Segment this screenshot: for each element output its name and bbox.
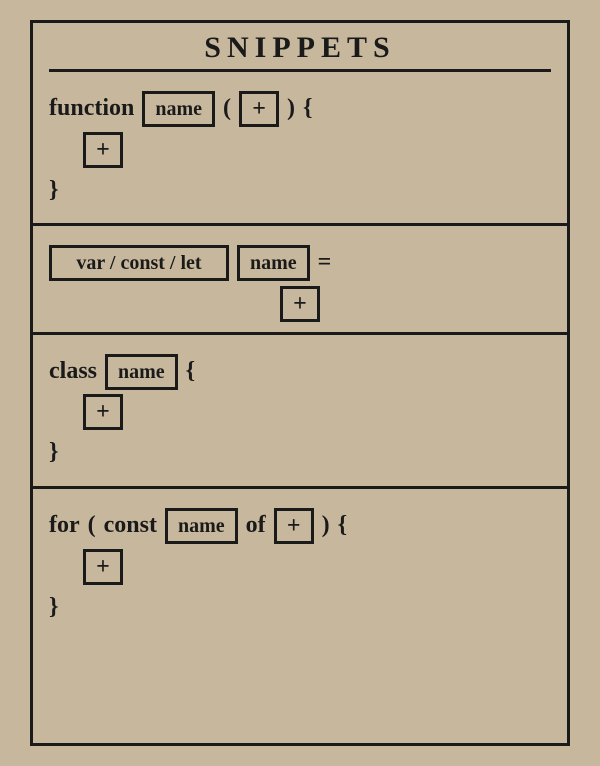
brace-open: { xyxy=(186,349,195,395)
snippet-function: function name ( + ) { + } xyxy=(33,72,567,226)
add-for-body-button[interactable]: + xyxy=(83,549,123,585)
add-class-body-button[interactable]: + xyxy=(83,394,123,430)
add-function-body-button[interactable]: + xyxy=(83,132,123,168)
paren-open: ( xyxy=(223,86,231,132)
add-iterable-button[interactable]: + xyxy=(274,508,314,544)
paren-close: ) xyxy=(287,86,295,132)
keyword-function: function xyxy=(49,86,134,132)
brace-close: } xyxy=(49,168,58,214)
function-name-slot[interactable]: name xyxy=(142,91,215,127)
brace-open: { xyxy=(338,503,347,549)
keyword-const: const xyxy=(104,503,157,549)
add-param-button[interactable]: + xyxy=(239,91,279,127)
brace-open: { xyxy=(303,86,312,132)
brace-close: } xyxy=(49,430,58,476)
keyword-for: for xyxy=(49,503,80,549)
snippet-for-of: for ( const name of + ) { + } xyxy=(33,489,567,640)
brace-close: } xyxy=(49,585,58,631)
for-item-name-slot[interactable]: name xyxy=(165,508,238,544)
declaration-name-slot[interactable]: name xyxy=(237,245,310,281)
paren-close: ) xyxy=(322,503,330,549)
equals-sign: = xyxy=(318,240,332,286)
paren-open: ( xyxy=(88,503,96,549)
class-name-slot[interactable]: name xyxy=(105,354,178,390)
snippet-class: class name { + } xyxy=(33,335,567,489)
add-declaration-value-button[interactable]: + xyxy=(280,286,320,322)
panel-title: SNIPPETS xyxy=(49,23,551,72)
keyword-class: class xyxy=(49,349,97,395)
declaration-kind-selector[interactable]: var / const / let xyxy=(49,245,229,281)
keyword-of: of xyxy=(246,503,266,549)
snippet-declaration: var / const / let name = + xyxy=(33,226,567,335)
snippets-panel: SNIPPETS function name ( + ) { + } var /… xyxy=(30,20,570,746)
